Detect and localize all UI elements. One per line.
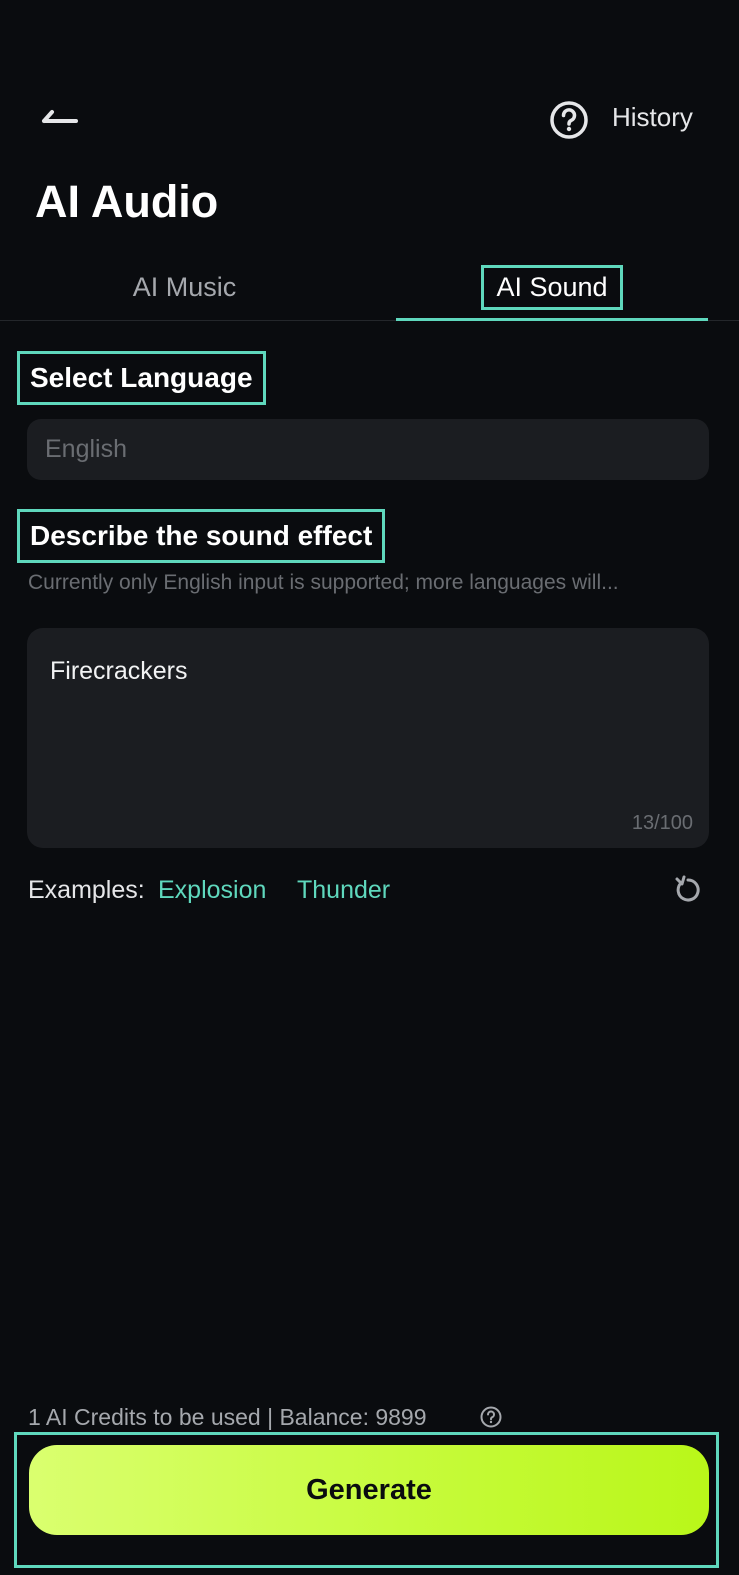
input-hint: Currently only English input is supporte…: [28, 571, 619, 594]
tab-ai-music[interactable]: AI Music: [0, 262, 369, 312]
examples-label: Examples:: [28, 876, 145, 904]
tab-ai-sound[interactable]: AI Sound: [396, 262, 708, 312]
credits-info: 1 AI Credits to be used | Balance: 9899: [28, 1404, 427, 1430]
language-field[interactable]: [27, 419, 709, 480]
page-title: AI Audio: [35, 176, 219, 227]
example-thunder[interactable]: Thunder: [297, 876, 390, 905]
describe-sound-label: Describe the sound effect: [17, 509, 386, 563]
back-arrow-icon[interactable]: [36, 96, 86, 136]
tab-label: AI Music: [132, 271, 237, 302]
active-tab-indicator: [396, 318, 708, 321]
question-circle-icon[interactable]: [548, 99, 590, 141]
refresh-icon[interactable]: [672, 874, 704, 906]
generate-button[interactable]: Generate: [29, 1445, 709, 1535]
sound-description-value: Firecrackers: [50, 657, 188, 685]
question-circle-icon[interactable]: [479, 1405, 503, 1429]
select-language-label: Select Language: [17, 351, 266, 405]
character-counter: 13/100: [631, 812, 693, 834]
history-link[interactable]: History: [612, 102, 693, 133]
tab-label: AI Sound: [481, 264, 623, 310]
example-explosion[interactable]: Explosion: [158, 876, 266, 905]
